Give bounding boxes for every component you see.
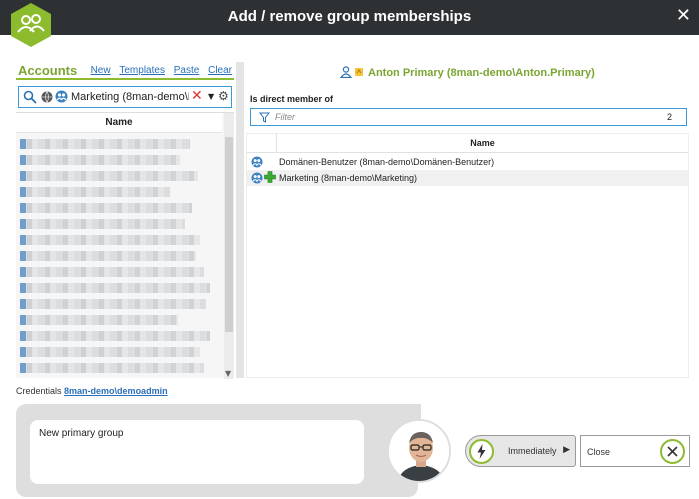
- credentials: Credentials 8man-demo\demoadmin: [16, 386, 168, 396]
- title-bar: Add / remove group memberships ✕: [0, 0, 699, 35]
- new-link[interactable]: New: [91, 65, 111, 76]
- templates-link[interactable]: Templates: [119, 65, 165, 76]
- scrollbar-thumb[interactable]: [225, 137, 233, 332]
- account-search-input[interactable]: Marketing (8man-demo\Marketing) ✕ ▼ ⚙: [18, 86, 232, 108]
- list-item[interactable]: [20, 171, 198, 181]
- credentials-account-link[interactable]: 8man-demo\demoadmin: [64, 386, 168, 396]
- panel-splitter[interactable]: [236, 62, 244, 378]
- list-item[interactable]: [20, 155, 180, 165]
- icon-column-header: [247, 134, 277, 153]
- direct-member-label: Is direct member of: [250, 94, 334, 104]
- list-item[interactable]: [20, 363, 204, 373]
- accounts-name-column-header[interactable]: Name: [16, 113, 222, 133]
- user-portrait-image: [389, 421, 449, 481]
- dropdown-arrow-icon[interactable]: ▼: [208, 92, 214, 101]
- expand-arrow-icon[interactable]: ▶: [563, 445, 570, 455]
- group-name: Marketing (8man-demo\Marketing): [279, 173, 418, 183]
- paste-link[interactable]: Paste: [174, 65, 200, 76]
- list-item[interactable]: [20, 187, 170, 197]
- user-name: Anton Primary (8man-demo\Anton.Primary): [368, 67, 595, 79]
- globe-icon: [41, 91, 53, 103]
- group-icon: [251, 156, 263, 168]
- list-item[interactable]: [20, 139, 190, 149]
- list-item[interactable]: [20, 235, 200, 245]
- list-item[interactable]: [20, 347, 200, 357]
- immediately-label: Immediately: [508, 446, 557, 456]
- close-window-icon[interactable]: ✕: [676, 5, 691, 26]
- close-icon: [660, 439, 685, 464]
- avatar: [387, 419, 451, 483]
- list-item[interactable]: [20, 331, 210, 341]
- close-label: Close: [587, 447, 611, 457]
- list-item[interactable]: [20, 203, 192, 213]
- comment-field[interactable]: New primary group: [30, 420, 364, 484]
- group-icon: [55, 90, 68, 103]
- filter-icon: [259, 112, 270, 123]
- accounts-panel: Accounts New Templates Paste Clear Marke…: [16, 62, 234, 379]
- badge-icon: [355, 68, 363, 76]
- memberships-column-header: Name: [247, 134, 688, 153]
- filter-placeholder: Filter: [275, 112, 295, 122]
- memberships-name-header[interactable]: Name: [277, 138, 688, 148]
- table-row[interactable]: Domänen-Benutzer (8man-demo\Domänen-Benu…: [247, 154, 688, 170]
- added-plus-icon: [264, 171, 276, 183]
- credentials-label: Credentials: [16, 386, 62, 396]
- list-item[interactable]: [20, 251, 196, 261]
- list-item[interactable]: [20, 219, 185, 229]
- accounts-list[interactable]: Name ▼: [16, 112, 234, 379]
- immediately-button[interactable]: Immediately ▶: [465, 435, 576, 467]
- list-item[interactable]: [20, 299, 206, 309]
- group-hexagon-icon: [11, 3, 51, 47]
- search-icon: [23, 90, 37, 104]
- gear-icon[interactable]: ⚙: [218, 89, 229, 103]
- close-button[interactable]: Close: [580, 435, 690, 467]
- group-name: Domänen-Benutzer (8man-demo\Domänen-Benu…: [279, 157, 495, 167]
- selected-user: Anton Primary (8man-demo\Anton.Primary): [340, 66, 595, 79]
- member-count: 2: [666, 112, 672, 122]
- accounts-header: Accounts New Templates Paste Clear: [16, 62, 234, 80]
- list-item[interactable]: [20, 267, 204, 277]
- table-row[interactable]: Marketing (8man-demo\Marketing): [247, 170, 688, 186]
- clear-search-icon[interactable]: ✕: [191, 88, 203, 104]
- scroll-down-icon[interactable]: ▼: [225, 369, 231, 378]
- clear-link[interactable]: Clear: [208, 65, 232, 76]
- window-title: Add / remove group memberships: [227, 8, 472, 25]
- user-icon: [340, 66, 352, 78]
- filter-input[interactable]: Filter 2: [250, 108, 687, 126]
- accounts-title: Accounts: [18, 63, 78, 78]
- accounts-scrollbar[interactable]: ▼: [224, 113, 234, 379]
- list-item[interactable]: [20, 315, 178, 325]
- group-icon: [251, 172, 263, 184]
- search-value: Marketing (8man-demo\Marketing): [71, 91, 189, 103]
- lightning-icon: [469, 439, 494, 464]
- memberships-table[interactable]: Name Domänen-Benutzer (8man-demo\Domänen…: [246, 133, 689, 378]
- accounts-links: New Templates Paste Clear: [85, 65, 232, 76]
- list-item[interactable]: [20, 283, 210, 293]
